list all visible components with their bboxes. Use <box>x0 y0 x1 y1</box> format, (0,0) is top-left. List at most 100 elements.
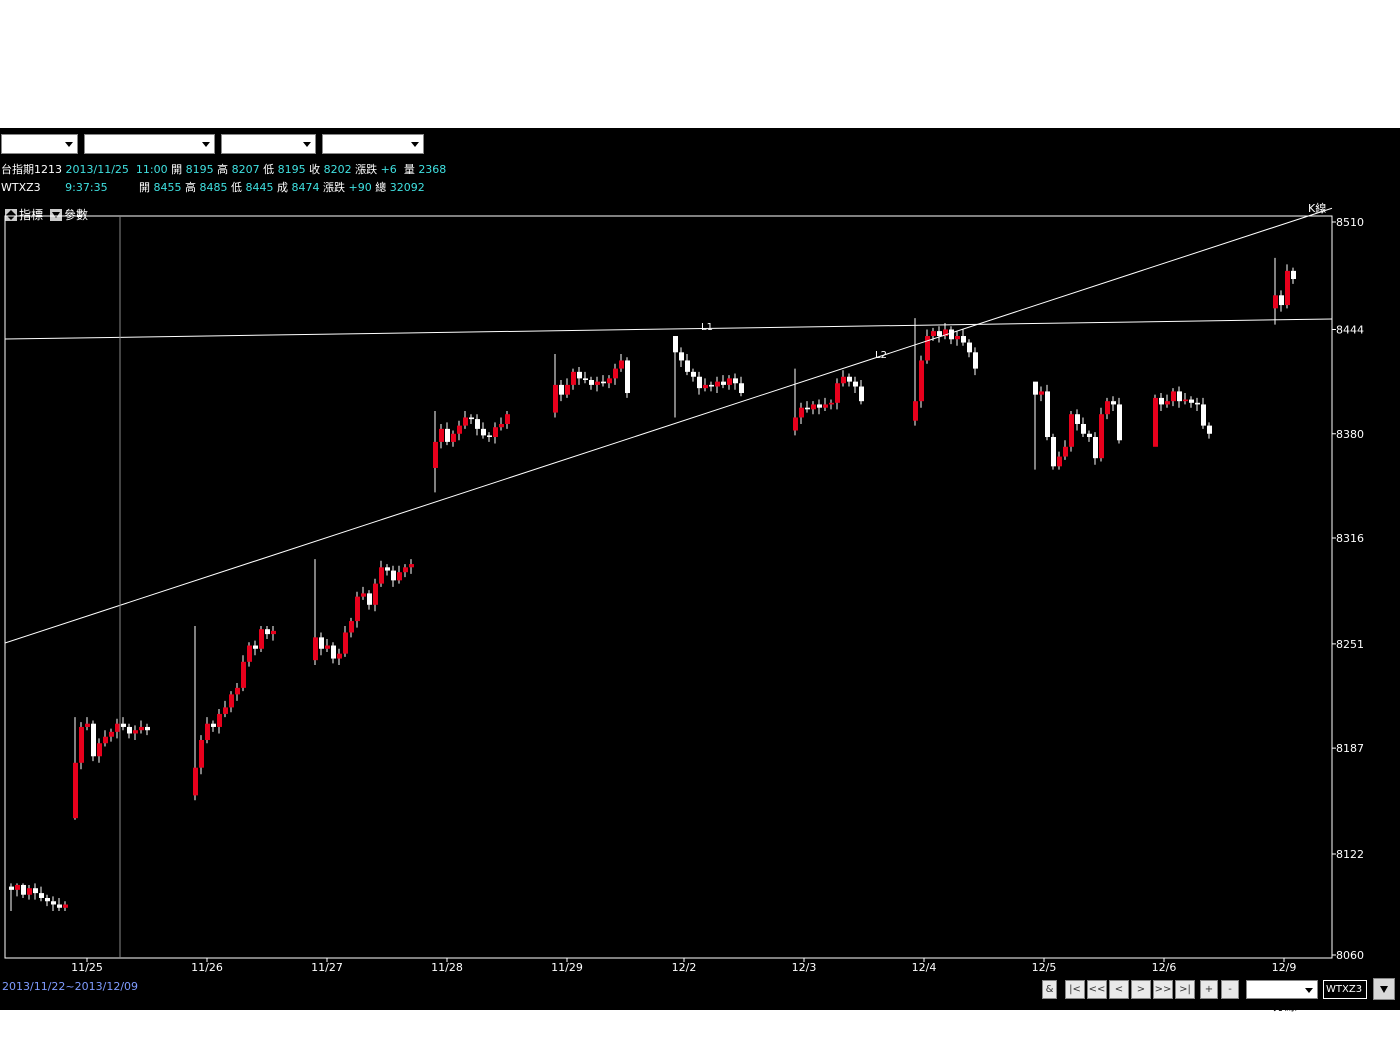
candle-down <box>847 376 852 382</box>
candle-up <box>133 730 138 734</box>
candle-up <box>715 381 720 387</box>
candle-down <box>1159 397 1164 405</box>
candle-up <box>505 414 510 424</box>
candle-up <box>235 687 240 695</box>
candle-up <box>109 731 114 737</box>
next-page-button[interactable]: >> <box>1153 980 1173 999</box>
candle-down <box>1093 437 1098 459</box>
date-range: 2013/11/22~2013/12/09 <box>2 980 139 993</box>
y-tick-label: 8380 <box>1336 428 1364 441</box>
candle-up <box>571 371 576 385</box>
candle-down <box>367 593 372 605</box>
candle-down <box>385 567 390 571</box>
candle-down <box>331 645 336 659</box>
candle-down <box>145 726 150 731</box>
candle-down <box>1045 391 1050 438</box>
candle-up <box>379 567 384 584</box>
candle-up <box>1273 295 1278 309</box>
amp-button[interactable]: & <box>1042 980 1057 999</box>
dropdown-button[interactable] <box>1373 978 1395 1000</box>
candle-down <box>319 637 324 649</box>
candle-up <box>463 417 468 426</box>
candle-down <box>1081 423 1086 434</box>
candle-up <box>1099 414 1104 459</box>
candle-down <box>673 336 678 353</box>
candle-down <box>127 726 132 734</box>
last-button[interactable]: >| <box>1175 980 1195 999</box>
interval-select[interactable]: 15分線 <box>1246 980 1318 1013</box>
candle-down <box>733 378 738 384</box>
candle-down <box>685 360 690 372</box>
candle-down <box>1033 381 1038 395</box>
x-tick-label: 11/25 <box>71 961 103 974</box>
candle-down <box>559 384 564 395</box>
next-button[interactable]: > <box>1131 980 1151 999</box>
candle-up <box>63 904 68 908</box>
annotation-label: L1 <box>701 322 713 333</box>
candlestick-chart[interactable]: 8510 8444 8380 8316 8251 8187 8122 8060 11/25 11/… <box>0 0 1400 1050</box>
x-tick-label: 12/3 <box>792 961 817 974</box>
candle-up <box>73 762 78 819</box>
candle-down <box>211 723 216 727</box>
candle-up <box>361 593 366 597</box>
candle-up <box>793 417 798 431</box>
candle-down <box>475 419 480 429</box>
candle-down <box>697 376 702 389</box>
candle-up <box>397 572 402 581</box>
candle-up <box>343 632 348 654</box>
trendline-support <box>4 207 1333 644</box>
chevron-down-icon <box>1305 988 1313 993</box>
prev-page-button[interactable]: << <box>1087 980 1107 999</box>
candle-up <box>27 888 32 895</box>
candle-down <box>45 897 50 902</box>
candle-down <box>481 428 486 436</box>
interval-select-value: 15分線 <box>1257 999 1297 1013</box>
candle-up <box>229 694 234 708</box>
candle-down <box>679 352 684 361</box>
zoom-out-button[interactable]: - <box>1221 980 1239 999</box>
candle-up <box>835 383 840 403</box>
candle-up <box>409 564 414 568</box>
y-tick-label: 8060 <box>1336 949 1364 962</box>
x-tick-label: 12/9 <box>1272 961 1297 974</box>
candle-up <box>499 423 504 428</box>
candle-down <box>1075 414 1080 424</box>
candle-down <box>39 893 44 898</box>
candle-up <box>931 331 936 337</box>
candle-down <box>937 331 942 337</box>
candle-down <box>121 723 126 727</box>
candle-down <box>739 383 744 394</box>
x-tick-label: 12/2 <box>672 961 697 974</box>
candle-up <box>403 567 408 573</box>
y-tick-label: 8316 <box>1336 532 1364 545</box>
candle-up <box>1105 401 1110 415</box>
candle-up <box>217 713 222 727</box>
candle-up <box>241 661 246 688</box>
candle-up <box>1057 456 1062 467</box>
x-tick-label: 12/6 <box>1152 961 1177 974</box>
zoom-in-button[interactable]: + <box>1200 980 1218 999</box>
candle-up <box>337 653 342 659</box>
prev-button[interactable]: < <box>1109 980 1129 999</box>
candle-down <box>1087 433 1092 438</box>
code-input[interactable]: WTXZ3 <box>1323 980 1367 999</box>
candle-up <box>97 743 102 757</box>
candle-up <box>439 428 444 442</box>
first-button[interactable]: |< <box>1065 980 1085 999</box>
candle-up <box>457 425 462 434</box>
candle-down <box>487 435 492 438</box>
candle-up <box>205 723 210 740</box>
candle-down <box>961 336 966 343</box>
candle-down <box>9 886 14 890</box>
candle-up <box>811 404 816 410</box>
candle-up <box>1165 401 1170 405</box>
candle-up <box>313 637 318 661</box>
candle-down <box>949 329 954 340</box>
y-tick-label: 8251 <box>1336 638 1364 651</box>
candle-up <box>799 407 804 418</box>
candle-up <box>493 427 498 438</box>
candle-down <box>691 371 696 377</box>
candle-down <box>1177 391 1182 402</box>
candle-up <box>1063 446 1068 457</box>
candle-down <box>469 417 474 420</box>
